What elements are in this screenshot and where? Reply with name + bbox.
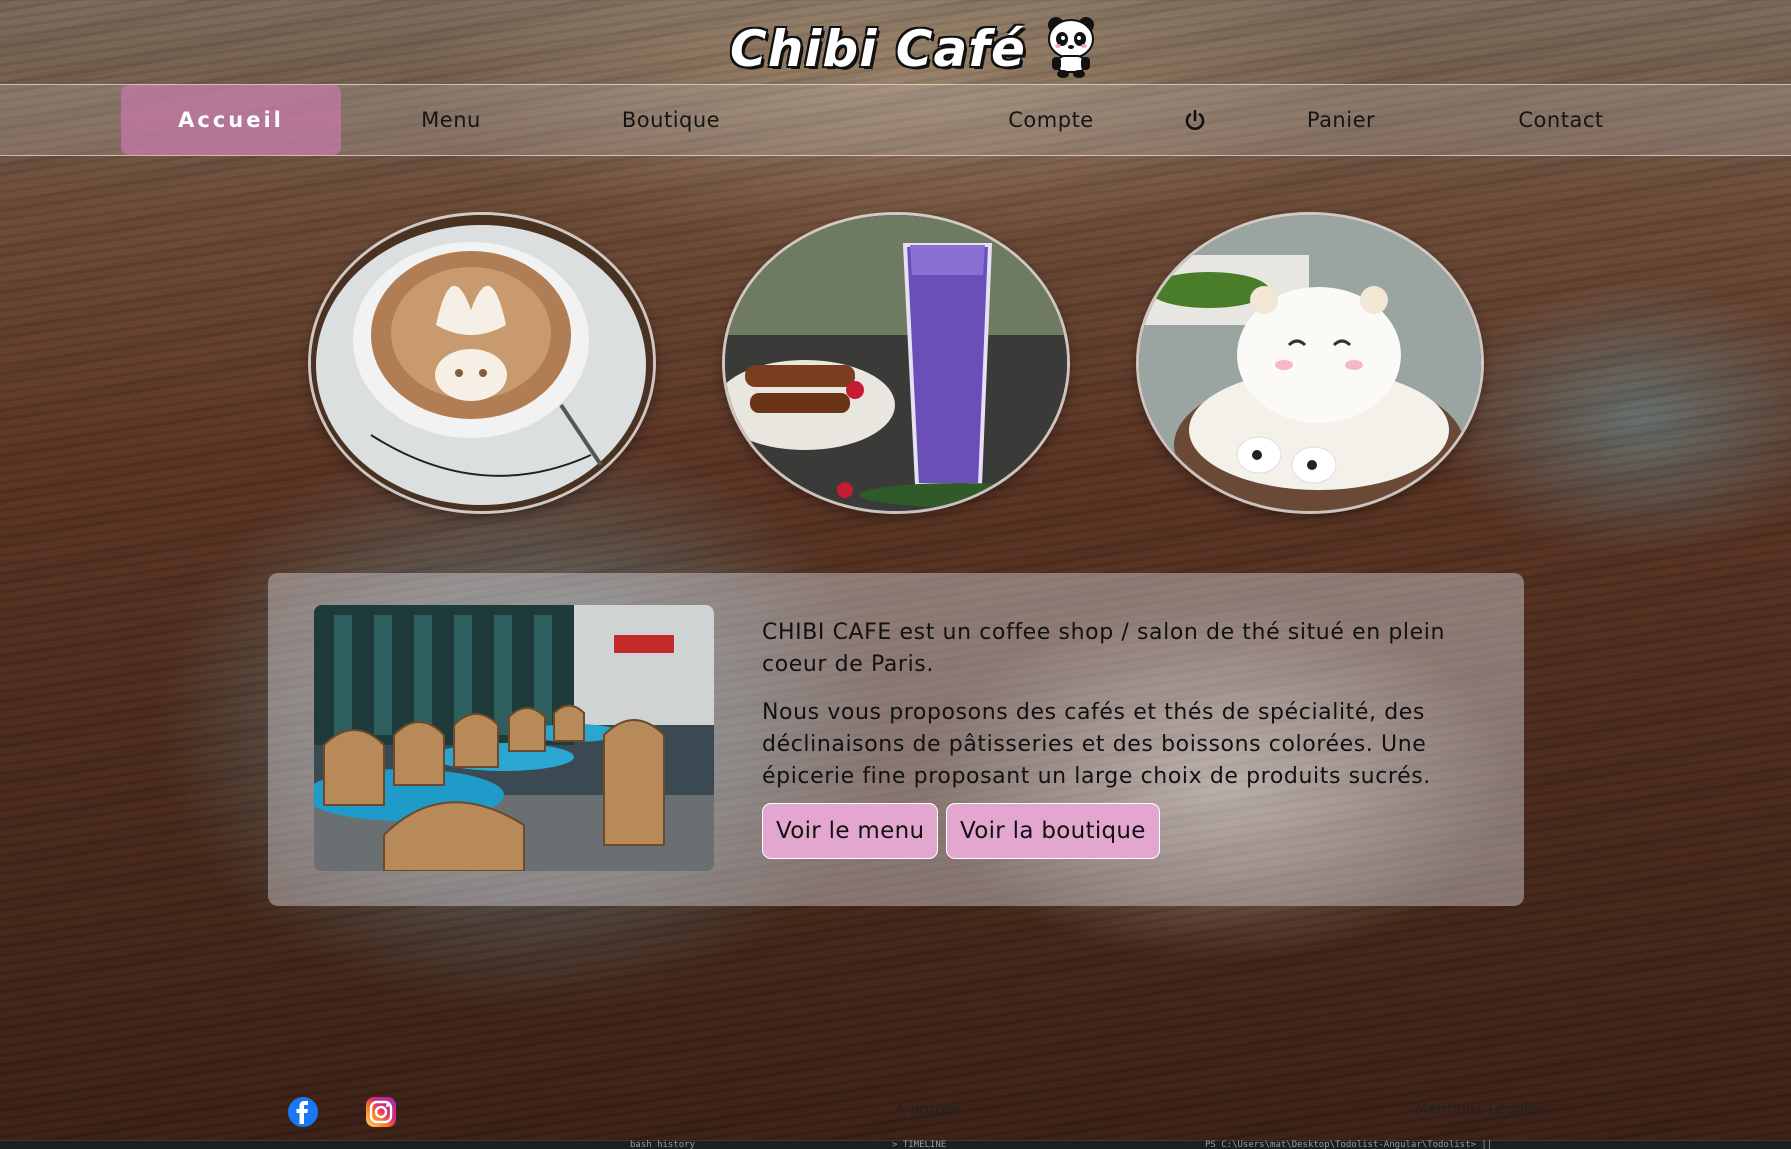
facebook-icon[interactable]	[287, 1096, 319, 1128]
brand-title: Chibi Café	[730, 20, 1026, 78]
taskbar-item: PS C:\Users\mat\Desktop\Todolist-Angular…	[1205, 1140, 1493, 1149]
about-link[interactable]: A propos	[895, 1100, 961, 1118]
legal-notice-link[interactable]: Mentions Légales	[1415, 1100, 1545, 1118]
nav-item-boutique[interactable]: Boutique	[571, 85, 771, 155]
parisian-terrace-image	[314, 605, 714, 871]
view-shop-button[interactable]: Voir la boutique	[946, 803, 1160, 859]
nav-item-panier[interactable]: Panier	[1241, 85, 1441, 155]
intro-paragraph-2: Nous vous proposons des cafés et thés de…	[762, 700, 1431, 789]
purple-smoothie-image	[722, 212, 1070, 514]
nav-item-label: Contact	[1518, 108, 1604, 132]
nav-item-label: Compte	[1008, 108, 1094, 132]
latte-art-bunny-image	[308, 212, 656, 514]
taskbar-item: > TIMELINE	[892, 1140, 947, 1149]
intro-text: CHIBI CAFE est un coffee shop / salon de…	[762, 617, 1492, 793]
logout-button[interactable]	[1170, 85, 1220, 155]
nav-item-menu[interactable]: Menu	[351, 85, 551, 155]
nav-item-label: Panier	[1306, 108, 1376, 132]
nav-item-compte[interactable]: Compte	[951, 85, 1151, 155]
nav-item-accueil[interactable]: Accueil	[121, 85, 341, 155]
intro-panel: CHIBI CAFE est un coffee shop / salon de…	[268, 573, 1524, 906]
taskbar-strip: bash history > TIMELINE PS C:\Users\mat\…	[0, 1140, 1791, 1149]
view-menu-button[interactable]: Voir le menu	[762, 803, 939, 859]
nav-item-label: Menu	[421, 108, 481, 132]
bear-latte-art-image	[1136, 212, 1484, 514]
taskbar-item: bash history	[630, 1140, 696, 1149]
brand[interactable]: Chibi Café	[730, 14, 1098, 84]
main-nav: Accueil Menu Boutique Compte Panier Cont…	[0, 84, 1791, 156]
nav-item-label: Boutique	[621, 108, 721, 132]
power-icon	[1183, 108, 1207, 132]
nav-item-label: Accueil	[178, 108, 284, 132]
nav-item-contact[interactable]: Contact	[1461, 85, 1661, 155]
instagram-icon[interactable]	[365, 1096, 397, 1128]
intro-paragraph-1: CHIBI CAFE est un coffee shop / salon de…	[762, 620, 1446, 677]
panda-mascot-icon	[1044, 15, 1098, 83]
